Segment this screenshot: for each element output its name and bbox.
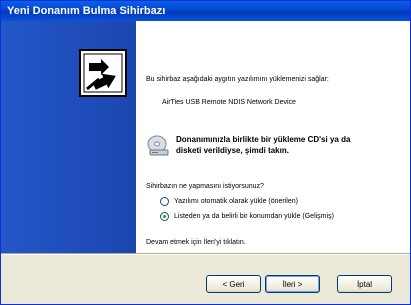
wizard-content: Bu sihirbaz aşağıdaki aygıtın yazılımını… — [136, 21, 410, 253]
footer-divider — [1, 253, 410, 255]
title-bar[interactable]: Yeni Donanım Bulma Sihirbazı — [1, 1, 410, 21]
cd-disk-icon — [147, 135, 169, 156]
device-name: AirTies USB Remote NDIS Network Device — [162, 99, 296, 106]
hardware-wizard-icon — [79, 49, 127, 97]
question-text: Sihirbazın ne yapmasını istiyorsunuz? — [146, 183, 264, 190]
option-advanced-install-label[interactable]: Listeden ya da belirli bir konumdan yükl… — [174, 213, 334, 220]
wizard-banner — [1, 21, 136, 253]
radio-advanced-install[interactable] — [160, 212, 169, 221]
window-title: Yeni Donanım Bulma Sihirbazı — [7, 5, 166, 17]
radio-selected-dot — [163, 215, 166, 218]
option-auto-install-label[interactable]: Yazılımı otomatik olarak yükle (önerilen… — [174, 198, 298, 205]
cd-prompt-line-2: disketi verildiyse, şimdi takın. — [176, 146, 289, 155]
wizard-window: Yeni Donanım Bulma Sihirbazı Bu sihirbaz… — [0, 0, 411, 305]
next-button[interactable]: İleri > — [265, 275, 320, 293]
cancel-button[interactable]: İptal — [337, 275, 392, 293]
intro-text: Bu sihirbaz aşağıdaki aygıtın yazılımını… — [146, 76, 329, 83]
cd-prompt-line-1: Donanımınızla birlikte bir yükleme CD'si… — [176, 135, 351, 144]
back-button[interactable]: < Geri — [206, 275, 261, 293]
radio-auto-install[interactable] — [160, 197, 169, 206]
continue-hint: Devam etmek için İleri'yi tıklatın. — [146, 239, 246, 246]
